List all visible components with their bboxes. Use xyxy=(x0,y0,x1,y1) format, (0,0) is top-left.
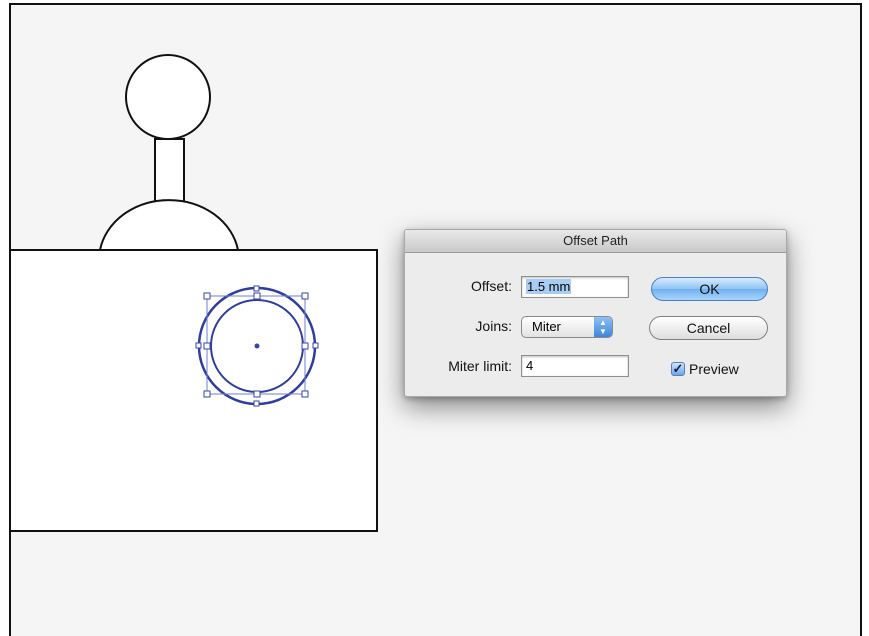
miter-limit-label: Miter limit: xyxy=(448,358,512,374)
miter-limit-input[interactable]: 4 xyxy=(521,355,629,377)
head-circle[interactable] xyxy=(125,54,211,140)
preview-checkbox[interactable]: ✓ xyxy=(671,362,685,376)
ok-button[interactable]: OK xyxy=(651,277,768,301)
body-rectangle[interactable] xyxy=(9,249,378,532)
offset-label: Offset: xyxy=(471,278,512,294)
cancel-button[interactable]: Cancel xyxy=(649,316,768,340)
dialog-title[interactable]: Offset Path xyxy=(405,230,786,253)
joins-value: Miter xyxy=(532,319,561,334)
joins-label: Joins: xyxy=(475,318,512,334)
offset-value: 1.5 mm xyxy=(526,279,572,294)
offset-path-dialog: Offset Path Offset: 1.5 mm Joins: Miter … xyxy=(404,229,787,397)
center-point-icon xyxy=(254,343,260,349)
neck-rect[interactable] xyxy=(154,138,185,210)
joins-select[interactable]: Miter ▲ ▼ xyxy=(521,316,613,338)
offset-input[interactable]: 1.5 mm xyxy=(521,276,629,298)
checkmark-icon: ✓ xyxy=(672,361,684,376)
select-arrows-icon: ▲ ▼ xyxy=(594,317,612,337)
shoulders-arc[interactable] xyxy=(99,199,239,251)
preview-label[interactable]: Preview xyxy=(689,361,739,377)
